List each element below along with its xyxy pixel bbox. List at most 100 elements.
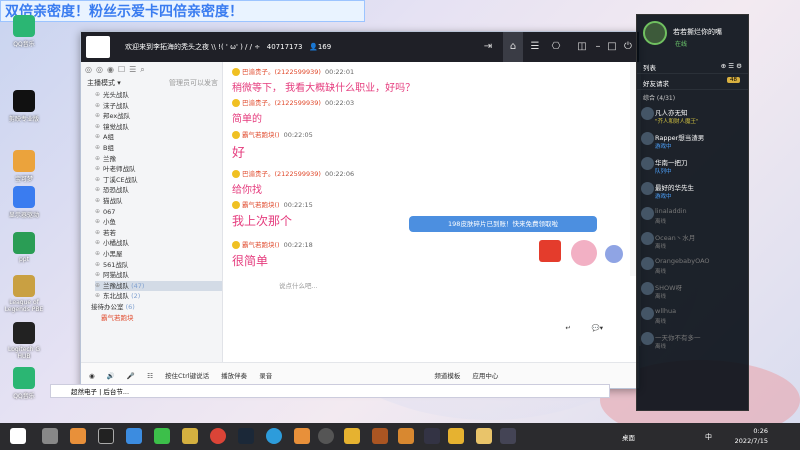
channel-item[interactable]: 猫战队 xyxy=(95,196,222,207)
friend-item[interactable]: 一天你不有多一 离线 xyxy=(637,329,748,354)
message-user[interactable]: 巴渝贵子。(2122599939) xyxy=(242,170,321,178)
app-center-button[interactable]: 应用中心 xyxy=(472,372,498,380)
channel-item[interactable]: 东北战队 (2) xyxy=(95,291,222,302)
send-icon[interactable]: ↵ xyxy=(566,324,571,332)
yy-icon[interactable] xyxy=(448,428,464,444)
channel-item[interactable]: 小橘战队 xyxy=(95,238,222,249)
close-icon[interactable]: ⏻ xyxy=(621,40,635,54)
message-user[interactable]: 巴渝贵子。(2122599939) xyxy=(242,68,321,76)
friend-item[interactable]: OrangebabyOAO 离线 xyxy=(637,254,748,279)
steam-icon[interactable] xyxy=(238,428,254,444)
message-user[interactable]: 巴渝贵子。(2122599939) xyxy=(242,99,321,107)
channel-avatar[interactable] xyxy=(86,36,110,58)
folder-icon[interactable] xyxy=(476,428,492,444)
clock-app-icon[interactable] xyxy=(42,428,58,444)
channel-item[interactable]: 兰豫 xyxy=(95,154,222,165)
message-user[interactable]: 霸气若跑块() xyxy=(242,131,280,139)
start-icon[interactable] xyxy=(10,428,26,444)
channel-item[interactable]: 561战队 xyxy=(95,260,222,271)
desktop-shortcut[interactable]: ppt xyxy=(2,232,46,263)
desktop-shortcut[interactable]: 宝可梦 xyxy=(2,150,46,183)
lang-label[interactable]: 中 xyxy=(705,432,712,442)
friend-item[interactable]: Rapper想当渣男 游戏中 xyxy=(637,129,748,154)
friend-item[interactable]: 凡人亦无知 "芥人和财人魔王" xyxy=(637,104,748,129)
channel-item[interactable]: 阿猫战队 xyxy=(95,270,222,281)
gift-icon[interactable] xyxy=(539,240,561,262)
mic-icon[interactable]: 🎤 xyxy=(127,372,135,380)
friend-name: 华南一把刀 xyxy=(655,159,688,167)
obs-icon[interactable] xyxy=(318,428,334,444)
friend-item[interactable]: linaladdin 离线 xyxy=(637,204,748,229)
desktop-shortcut[interactable]: League of Legends PBE xyxy=(2,275,46,313)
security-icon[interactable] xyxy=(126,428,142,444)
channel-item[interactable]: 兰豫战队 (47) xyxy=(95,280,222,292)
gamepad-icon[interactable]: ⎔ xyxy=(549,40,563,54)
friend-item[interactable]: Ocean丶水月 离线 xyxy=(637,229,748,254)
ime-label[interactable]: 桌面 xyxy=(622,432,635,442)
game-icon[interactable] xyxy=(182,428,198,444)
channel-item[interactable]: B组 xyxy=(95,143,222,154)
user-avatar[interactable]: ◉ xyxy=(89,372,95,380)
channel-item[interactable]: 光头战队 xyxy=(95,90,222,101)
play-music-button[interactable]: 播放伴奏 xyxy=(221,372,247,380)
message-user[interactable]: 霸气若跑块() xyxy=(242,241,280,249)
ptt-button[interactable]: 按住Ctrl键说话 xyxy=(165,372,209,380)
reward-notice[interactable]: 198皮肤碎片已到账！快来免费领取啦 xyxy=(409,216,597,232)
chrome-icon[interactable] xyxy=(210,428,226,444)
mode-selector[interactable]: 主播模式 ▾ 管理员可以发言 xyxy=(81,76,222,90)
channel-item[interactable]: 邦ex战队 xyxy=(95,111,222,122)
mixer-icon[interactable]: ☷ xyxy=(147,372,153,380)
friend-item[interactable]: wllhua 离线 xyxy=(637,304,748,329)
exit-icon[interactable]: ⇥ xyxy=(481,40,495,54)
list-icon[interactable]: ☰ xyxy=(528,40,542,54)
friend-requests[interactable]: 好友请求 48 xyxy=(637,74,748,90)
app-icon[interactable] xyxy=(70,428,86,444)
channel-item[interactable]: 恐恐战队 xyxy=(95,185,222,196)
channel-item[interactable]: A组 xyxy=(95,132,222,143)
app-icon[interactable] xyxy=(500,428,516,444)
channel-item[interactable]: 067 xyxy=(95,207,222,218)
desktop-shortcut[interactable]: 显示器驱动 xyxy=(2,186,46,219)
skin-icon[interactable]: ◫ xyxy=(575,40,589,54)
desktop-shortcut[interactable]: Logitech G HUB xyxy=(2,322,46,360)
message-user[interactable]: 霸气若跑块() xyxy=(242,201,280,209)
unreal-icon[interactable] xyxy=(98,428,114,444)
channel-item[interactable]: 小鱼 xyxy=(95,217,222,228)
send-options-icon[interactable]: 💬▾ xyxy=(592,324,603,332)
channel-item[interactable]: 叶老师战队 xyxy=(95,164,222,175)
desktop-shortcut[interactable]: QQ音乐 xyxy=(2,367,46,400)
channel-item[interactable]: 若若 xyxy=(95,228,222,239)
channel-item[interactable]: 小黑屋 xyxy=(95,249,222,260)
friend-item[interactable]: SHOW呀 离线 xyxy=(637,279,748,304)
reception-channel[interactable]: 接待办公室 (6) xyxy=(81,302,222,313)
channel-item[interactable]: 镜觉战队 xyxy=(95,122,222,133)
qq-icon[interactable] xyxy=(266,428,282,444)
maximize-icon[interactable]: □ xyxy=(605,40,619,54)
app-icon[interactable] xyxy=(398,428,414,444)
desktop-shortcut[interactable]: 剪映专业版 xyxy=(2,90,46,123)
app-icon[interactable] xyxy=(372,428,388,444)
channel-item[interactable]: 沫子战队 xyxy=(95,101,222,112)
desktop-shortcut[interactable]: QQ音乐 xyxy=(2,15,46,48)
home-icon[interactable]: ⌂ xyxy=(503,32,523,62)
add-icon[interactable]: ⊕ ☰ ⚙ xyxy=(721,62,742,70)
channel-item[interactable]: 丁溪CE战队 xyxy=(95,175,222,186)
friend-item[interactable]: 最好的华先生 游戏中 xyxy=(637,179,748,204)
mascot-icon[interactable] xyxy=(571,240,597,266)
settings-wheel-icon[interactable] xyxy=(605,245,623,263)
yy-icon[interactable] xyxy=(344,428,360,444)
profile-status[interactable]: 在线 xyxy=(675,39,687,48)
clock[interactable]: 0:26 2022/7/15 xyxy=(735,426,768,446)
profile-avatar[interactable] xyxy=(643,21,667,45)
record-button[interactable]: 录音 xyxy=(259,372,272,380)
template-button[interactable]: 频道模板 xyxy=(434,372,460,380)
message-input[interactable]: 说点什么吧... ↵ 💬▾ xyxy=(223,276,641,346)
friend-item[interactable]: 华南一把刀 队列中 xyxy=(637,154,748,179)
reception-user[interactable]: 霸气若跑块 xyxy=(81,313,222,324)
monitor-icon[interactable] xyxy=(424,428,440,444)
wechat-icon[interactable] xyxy=(154,428,170,444)
minimize-icon[interactable]: – xyxy=(591,40,605,54)
friends-section[interactable]: 综合 (4/31) xyxy=(637,90,748,104)
app-icon[interactable] xyxy=(294,428,310,444)
speaker-icon[interactable]: 🔊 xyxy=(107,372,115,380)
